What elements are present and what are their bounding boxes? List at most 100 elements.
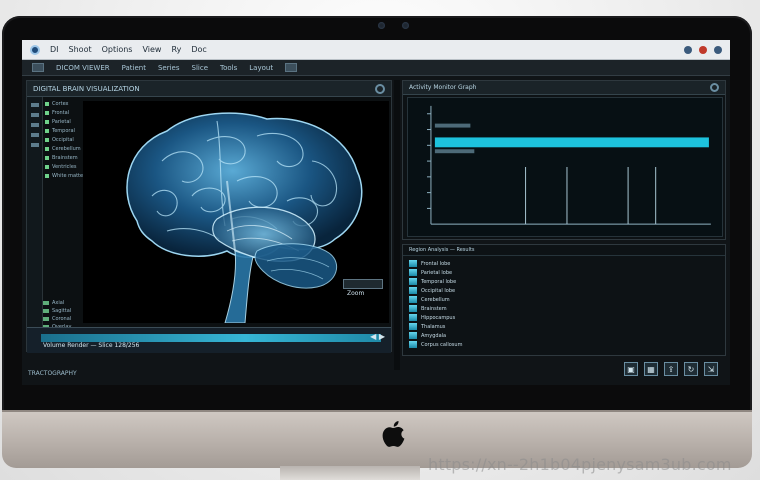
photo-scene: DI Shoot Options View Ry Doc DICOM VIEWE… (0, 0, 760, 480)
tool-icon[interactable] (31, 103, 39, 107)
view-label: Coronal (52, 316, 72, 322)
tool-icon[interactable] (31, 133, 39, 137)
tool-icon[interactable] (31, 123, 39, 127)
result-row[interactable]: Corpus callosum (409, 340, 719, 349)
brain-viewport[interactable]: Zoom (83, 101, 389, 323)
app-menu-item[interactable]: Layout (249, 64, 273, 72)
zoom-control[interactable]: Zoom (343, 279, 383, 297)
os-menu-item[interactable]: Shoot (69, 45, 92, 54)
result-bar-icon (409, 314, 417, 321)
result-row[interactable]: Cerebellum (409, 295, 719, 304)
layer-label: Cortex (52, 100, 69, 107)
apple-logo-icon (382, 421, 405, 447)
os-menu-item[interactable]: Doc (191, 45, 206, 54)
bottom-toolbar: ▣ ▦ ⇪ ↻ ⇲ (624, 362, 718, 376)
camera-icon[interactable]: ▣ (624, 362, 638, 376)
panel-divider[interactable] (394, 80, 400, 370)
app-menu-item[interactable]: Tools (220, 64, 237, 72)
result-row[interactable]: Hippocampus (409, 313, 719, 322)
timeline-label: Volume Render — Slice 128/256 (43, 342, 140, 349)
layer-swatch-icon (45, 173, 49, 178)
timeline-nav-icon[interactable]: ◀ ▶ (370, 332, 385, 341)
os-menu-item[interactable]: Options (102, 45, 133, 54)
results-title: Region Analysis — Results (409, 247, 475, 253)
refresh-icon[interactable]: ↻ (684, 362, 698, 376)
layer-swatch-icon (45, 146, 49, 151)
close-icon[interactable] (714, 45, 722, 54)
screen: DI Shoot Options View Ry Doc DICOM VIEWE… (22, 40, 730, 385)
app-menu-item[interactable]: Patient (122, 64, 146, 72)
result-label: Temporal lobe (421, 278, 457, 285)
result-bar-icon (409, 323, 417, 330)
result-row[interactable]: Occipital lobe (409, 286, 719, 295)
results-title-bar: Region Analysis — Results (403, 245, 725, 256)
layout-icon[interactable]: ▦ (644, 362, 658, 376)
result-bar-icon (409, 332, 417, 339)
layer-swatch-icon (45, 137, 49, 142)
result-label: Hippocampus (421, 314, 456, 321)
result-row[interactable]: Thalamus (409, 322, 719, 331)
result-bar-icon (409, 296, 417, 303)
result-bar-icon (409, 305, 417, 312)
layer-label: Ventricles (52, 163, 77, 170)
timeline-bar[interactable]: Volume Render — Slice 128/256 ◀ ▶ (27, 327, 391, 353)
view-item[interactable]: Axial (43, 299, 103, 307)
tool-icon[interactable] (31, 113, 39, 117)
result-label: Amygdala (421, 332, 447, 339)
export-icon[interactable]: ⇲ (704, 362, 718, 376)
app-toolbar: DICOM VIEWER Patient Series Slice Tools … (22, 60, 730, 76)
result-bar-icon (409, 260, 417, 267)
app-menu-item[interactable]: Slice (192, 64, 209, 72)
result-bar-icon (409, 287, 417, 294)
brain-viewer-panel: DIGITAL BRAIN VISUALIZATION Cortex Front… (26, 80, 392, 353)
os-menu-item[interactable]: DI (50, 45, 59, 54)
result-label: Corpus callosum (421, 341, 463, 348)
result-row[interactable]: Parietal lobe (409, 268, 719, 277)
layer-swatch-icon (45, 119, 49, 124)
share-icon[interactable]: ⇪ (664, 362, 678, 376)
result-row[interactable]: Brainstem (409, 304, 719, 313)
zoom-label: Zoom (347, 290, 365, 297)
layer-label: Frontal (52, 109, 70, 116)
view-label: Axial (52, 300, 65, 306)
result-bar-icon (409, 341, 417, 348)
app-menu-item[interactable]: DICOM VIEWER (56, 64, 110, 72)
view-item[interactable]: Sagittal (43, 307, 103, 315)
timeline-track[interactable] (41, 334, 381, 342)
layer-label: Occipital (52, 136, 74, 143)
layer-swatch-icon (45, 164, 49, 169)
result-label: Cerebellum (421, 296, 450, 303)
os-menu-item[interactable]: View (142, 45, 161, 54)
layer-label: Parietal (52, 118, 71, 125)
result-row[interactable]: Temporal lobe (409, 277, 719, 286)
results-panel: Region Analysis — Results Frontal lobe P… (402, 244, 726, 356)
layer-label: Temporal (52, 127, 75, 134)
gear-icon[interactable] (375, 83, 385, 94)
graph-panel-title-bar: Activity Monitor Graph (403, 81, 725, 95)
result-bar-icon (409, 278, 417, 285)
graph-panel-title: Activity Monitor Graph (409, 84, 477, 91)
toolbar-tool-icon[interactable] (285, 63, 298, 72)
tool-icon[interactable] (31, 143, 39, 147)
view-label: Sagittal (52, 308, 72, 314)
graph-panel: Activity Monitor Graph (402, 80, 726, 240)
os-menu-item[interactable]: Ry (171, 45, 181, 54)
settings-icon[interactable] (710, 83, 719, 92)
layer-label: Brainstem (52, 154, 78, 161)
search-icon[interactable] (684, 45, 692, 54)
monitor-stand (280, 466, 420, 480)
result-row[interactable]: Frontal lobe (409, 259, 719, 268)
status-label: TRACTOGRAPHY (28, 370, 77, 377)
result-row[interactable]: Amygdala (409, 331, 719, 340)
view-swatch-icon (43, 317, 49, 321)
os-logo-icon[interactable] (30, 44, 40, 55)
layer-swatch-icon (45, 155, 49, 160)
layer-swatch-icon (45, 110, 49, 115)
app-menu-item[interactable]: Series (158, 64, 180, 72)
record-icon[interactable] (699, 45, 707, 54)
view-item[interactable]: Coronal (43, 315, 103, 323)
panel-title: DIGITAL BRAIN VISUALIZATION (33, 84, 140, 93)
result-label: Brainstem (421, 305, 447, 312)
toolbar-tool-icon[interactable] (32, 63, 44, 72)
camera-icon (378, 22, 385, 29)
